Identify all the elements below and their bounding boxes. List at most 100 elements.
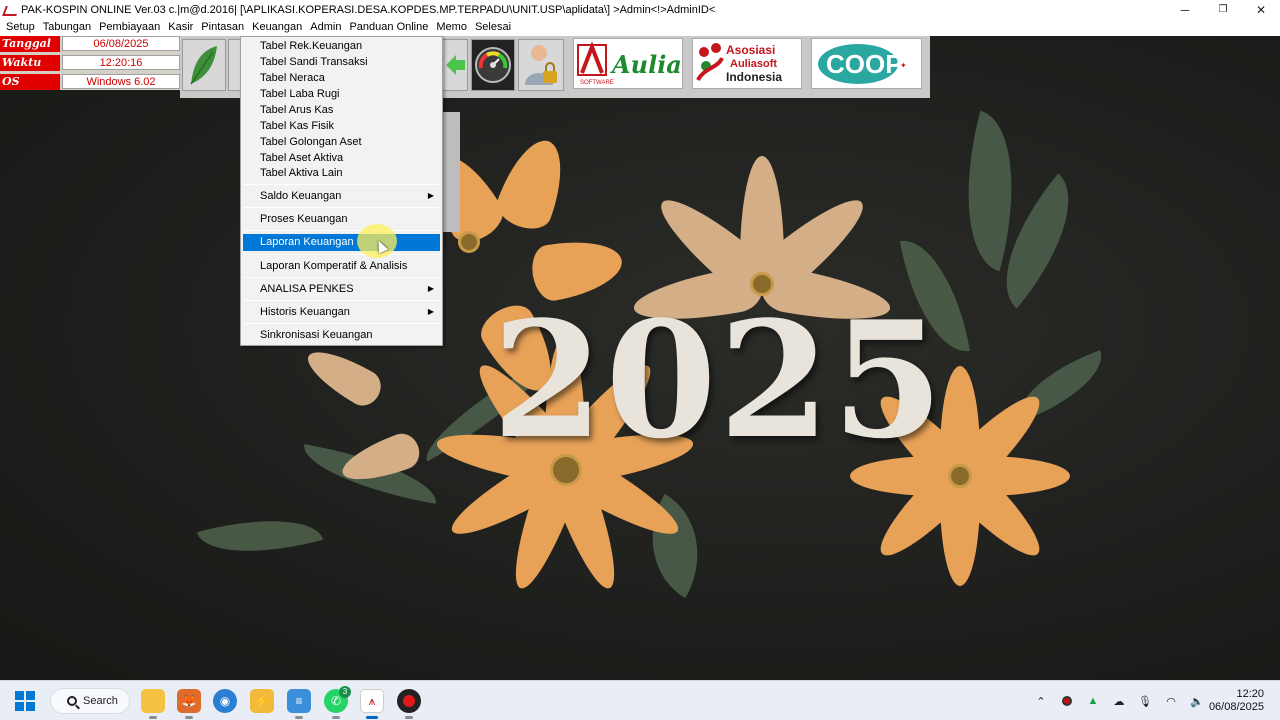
compass-app-icon[interactable]: ◉ bbox=[213, 689, 237, 713]
menu-selesai[interactable]: Selesai bbox=[471, 19, 515, 36]
file-explorer-icon[interactable] bbox=[141, 689, 165, 713]
menu-pintasan[interactable]: Pintasan bbox=[197, 19, 248, 36]
petal bbox=[940, 476, 980, 586]
notepad-icon[interactable]: ≡ bbox=[287, 689, 311, 713]
taskbar-search[interactable]: Search bbox=[50, 688, 130, 714]
window-title: PAK-KOSPIN ONLINE Ver.03 c.|m@d.2016| [\… bbox=[21, 3, 716, 16]
menu-item-tabel-laba-rugi[interactable]: Tabel Laba Rugi bbox=[243, 86, 440, 102]
coop-logo-mark: COOP ✦ bbox=[817, 43, 907, 84]
menu-setup[interactable]: Setup bbox=[2, 19, 39, 36]
running-indicator bbox=[332, 716, 340, 719]
green-arrow-icon bbox=[446, 55, 465, 75]
search-label: Search bbox=[83, 695, 118, 707]
volume-icon[interactable]: 🔈 bbox=[1189, 693, 1205, 709]
svg-text:Asosiasi: Asosiasi bbox=[726, 43, 775, 57]
menu-item-tabel-kas-fisik[interactable]: Tabel Kas Fisik bbox=[243, 118, 440, 134]
close-button[interactable]: ✕ bbox=[1242, 0, 1280, 19]
aulia-logo-mark: SOFTWARE Aulia bbox=[577, 40, 680, 86]
menu-pembiayaan[interactable]: Pembiayaan bbox=[95, 19, 164, 36]
menu-item-laporan-komperatif-analisis[interactable]: Laporan Komperatif & Analisis bbox=[243, 258, 440, 274]
clock-date: 06/08/2025 bbox=[1208, 701, 1264, 713]
toolbar-speedometer-button[interactable] bbox=[471, 39, 515, 91]
screen-recorder-icon[interactable] bbox=[397, 689, 421, 713]
menu-separator bbox=[244, 254, 439, 255]
menu-item-laporan-keuangan[interactable]: Laporan Keuangan bbox=[243, 234, 440, 251]
menu-item-tabel-sandi-transaksi[interactable]: Tabel Sandi Transaksi bbox=[243, 54, 440, 70]
menu-separator bbox=[244, 323, 439, 324]
menu-item-tabel-aset-aktiva[interactable]: Tabel Aset Aktiva bbox=[243, 150, 440, 166]
yellow-app-icon[interactable]: ⚡ bbox=[250, 689, 274, 713]
menu-item-tabel-neraca[interactable]: Tabel Neraca bbox=[243, 70, 440, 86]
menu-item-label: ANALISA PENKES bbox=[260, 283, 354, 295]
waktu-value: 12:20:16 bbox=[62, 55, 180, 70]
google-drive-icon[interactable]: ▲ bbox=[1085, 693, 1101, 709]
toolbar-back-button[interactable] bbox=[442, 39, 468, 91]
svg-text:Indonesia: Indonesia bbox=[726, 70, 782, 84]
menu-item-tabel-rek-keuangan[interactable]: Tabel Rek.Keuangan bbox=[243, 38, 440, 54]
title-bar: PAK-KOSPIN ONLINE Ver.03 c.|m@d.2016| [\… bbox=[0, 0, 1280, 19]
menu-item-proses-keuangan[interactable]: Proses Keuangan bbox=[243, 211, 440, 227]
menu-tabungan[interactable]: Tabungan bbox=[39, 19, 95, 36]
tanggal-row: Tanggal 06/08/2025 bbox=[0, 36, 180, 52]
pak-kospin-app-icon[interactable]: ⩚ bbox=[360, 689, 384, 713]
svg-text:COOP: COOP bbox=[826, 49, 903, 79]
waktu-label: Waktu bbox=[0, 55, 60, 71]
taskbar-clock[interactable]: 12:20 06/08/2025 bbox=[1209, 688, 1264, 714]
fox-browser-icon[interactable]: 🦊 bbox=[177, 689, 201, 713]
minimize-button[interactable]: ─ bbox=[1166, 0, 1204, 19]
coop-logo[interactable]: COOP ✦ bbox=[811, 38, 922, 89]
asosiasi-auliasoft-logo[interactable]: Asosiasi Auliasoft Indonesia bbox=[692, 38, 802, 89]
menu-separator bbox=[244, 207, 439, 208]
menu-item-tabel-aktiva-lain[interactable]: Tabel Aktiva Lain bbox=[243, 165, 440, 181]
svg-text:Aulia: Aulia bbox=[610, 50, 680, 79]
menu-admin[interactable]: Admin bbox=[306, 19, 345, 36]
menu-panduan-online[interactable]: Panduan Online bbox=[345, 19, 432, 36]
menu-item-tabel-arus-kas[interactable]: Tabel Arus Kas bbox=[243, 102, 440, 118]
active-indicator bbox=[366, 716, 378, 719]
toolbar-leaf-button[interactable] bbox=[182, 39, 226, 91]
recording-indicator-icon[interactable] bbox=[1059, 693, 1075, 709]
menu-memo[interactable]: Memo bbox=[432, 19, 471, 36]
chevron-up-icon[interactable]: ⌃ bbox=[1033, 693, 1049, 709]
menu-separator bbox=[244, 300, 439, 301]
flower-center bbox=[948, 464, 972, 488]
svg-text:SOFTWARE: SOFTWARE bbox=[580, 80, 614, 86]
svg-text:Auliasoft: Auliasoft bbox=[730, 58, 777, 70]
tanggal-label: Tanggal bbox=[0, 36, 60, 52]
background-window-fragment bbox=[440, 112, 460, 232]
submenu-arrow-icon: ▶ bbox=[427, 307, 434, 316]
menu-item-tabel-golongan-aset[interactable]: Tabel Golongan Aset bbox=[243, 134, 440, 150]
tanggal-value: 06/08/2025 bbox=[62, 36, 180, 51]
leaf-icon bbox=[190, 46, 217, 85]
running-indicator bbox=[185, 716, 193, 719]
submenu-arrow-icon: ▶ bbox=[427, 284, 434, 293]
waktu-row: Waktu 12:20:16 bbox=[0, 55, 180, 71]
cloud-off-icon[interactable]: ☁ bbox=[1111, 693, 1127, 709]
microphone-icon[interactable]: 🎙 bbox=[1137, 693, 1153, 709]
wifi-icon[interactable]: ◠ bbox=[1163, 693, 1179, 709]
menu-item-saldo-keuangan[interactable]: Saldo Keuangan ▶ bbox=[243, 188, 440, 204]
menu-keuangan[interactable]: Keuangan bbox=[248, 19, 307, 36]
asosiasi-logo-mark: Asosiasi Auliasoft Indonesia bbox=[696, 42, 782, 84]
start-button[interactable] bbox=[15, 691, 35, 711]
toolbar-user-lock-button[interactable] bbox=[518, 39, 564, 91]
aulia-logo[interactable]: SOFTWARE Aulia bbox=[573, 38, 683, 89]
menu-separator bbox=[244, 230, 439, 231]
menu-item-analisa-penkes[interactable]: ANALISA PENKES ▶ bbox=[243, 281, 440, 297]
record-dot-icon bbox=[403, 695, 415, 707]
leaf-decoration bbox=[196, 501, 324, 571]
menu-kasir[interactable]: Kasir bbox=[164, 19, 197, 36]
desktop-background: 2025 bbox=[0, 36, 1280, 680]
running-indicator bbox=[405, 716, 413, 719]
taskbar: Search 🦊 ◉ ⚡ ≡ ✆ 3 ⩚ ⌃ ▲ ☁ 🎙 ◠ 🔈 12:20 0… bbox=[0, 680, 1280, 720]
speedometer-icon bbox=[475, 47, 511, 83]
os-row: OS Windows 6.02 bbox=[0, 74, 180, 90]
menu-item-sinkronisasi-keuangan[interactable]: Sinkronisasi Keuangan bbox=[243, 327, 440, 343]
maximize-button[interactable]: ❐ bbox=[1204, 0, 1242, 19]
menu-item-historis-keuangan[interactable]: Historis Keuangan ▶ bbox=[243, 304, 440, 320]
windows-logo-icon bbox=[15, 691, 24, 700]
info-panel: Tanggal 06/08/2025 Waktu 12:20:16 OS Win… bbox=[0, 36, 180, 90]
flower-center bbox=[458, 231, 480, 253]
petal bbox=[491, 131, 576, 236]
menu-separator bbox=[244, 277, 439, 278]
